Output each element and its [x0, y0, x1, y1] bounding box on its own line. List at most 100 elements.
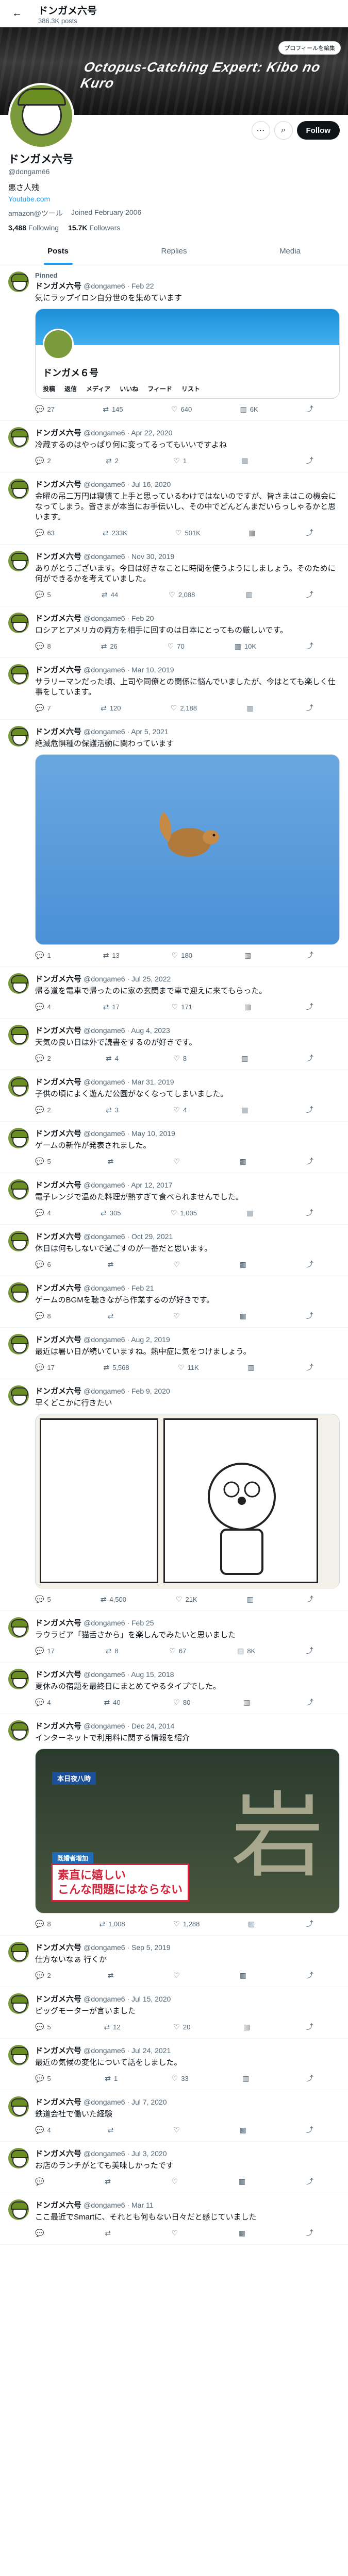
views-button[interactable]: ▥ 10K — [235, 641, 256, 651]
share-button[interactable]: ⤴ — [306, 404, 313, 414]
repost-button[interactable]: ⇄ — [105, 2176, 114, 2187]
reply-button[interactable]: 💬 5 — [35, 2073, 51, 2083]
avatar[interactable] — [8, 1720, 29, 1741]
share-button[interactable]: ⤴ — [306, 1970, 313, 1980]
repost-button[interactable]: ⇄ 3 — [106, 1105, 119, 1115]
share-button[interactable]: ⤴ — [306, 1919, 313, 1929]
search-icon[interactable]: ⌕ — [274, 121, 293, 140]
reply-button[interactable]: 💬 8 — [35, 641, 51, 651]
views-button[interactable]: ▥ — [243, 1697, 253, 1707]
tweet-author-name[interactable]: ドンガメ六号 — [35, 1284, 81, 1293]
reply-button[interactable]: 💬 5 — [35, 589, 51, 600]
views-button[interactable]: ▥ — [246, 1208, 256, 1218]
repost-button[interactable]: ⇄ 120 — [101, 703, 121, 713]
reply-button[interactable]: 💬 17 — [35, 1646, 55, 1656]
avatar[interactable] — [8, 427, 29, 448]
reply-button[interactable]: 💬 8 — [35, 1919, 51, 1929]
tweet-author-name[interactable]: ドンガメ六号 — [35, 429, 81, 437]
repost-button[interactable]: ⇄ 5,568 — [103, 1362, 129, 1372]
tweet-author-name[interactable]: ドンガメ六号 — [35, 2046, 81, 2055]
tab-replies[interactable]: Replies — [116, 238, 232, 265]
tweet-author-name[interactable]: ドンガメ六号 — [35, 1619, 81, 1628]
tweet[interactable]: ドンガメ六号 @dongame6 · May 10, 2019 ゲームの新作が発… — [0, 1122, 348, 1173]
reply-button[interactable]: 💬 7 — [35, 703, 51, 713]
share-button[interactable]: ⤴ — [306, 1208, 313, 1218]
avatar[interactable] — [8, 1128, 29, 1148]
like-button[interactable]: ♡ — [173, 1259, 183, 1269]
like-button[interactable]: ♡ 11K — [178, 1362, 199, 1372]
views-button[interactable]: ▥ — [241, 455, 251, 466]
like-button[interactable]: ♡ 2,088 — [169, 589, 195, 600]
tweet-author-name[interactable]: ドンガメ六号 — [35, 1129, 81, 1138]
views-button[interactable]: ▥ — [246, 703, 256, 713]
like-button[interactable]: ♡ — [172, 2176, 181, 2187]
share-button[interactable]: ⤴ — [306, 589, 313, 600]
reply-button[interactable]: 💬 5 — [35, 1156, 51, 1166]
share-button[interactable]: ⤴ — [306, 2073, 313, 2083]
like-button[interactable]: ♡ — [173, 1156, 183, 1166]
tweet-author-name[interactable]: ドンガメ六号 — [35, 480, 81, 489]
share-button[interactable]: ⤴ — [306, 1646, 313, 1656]
reply-button[interactable]: 💬 — [35, 2176, 47, 2187]
repost-button[interactable]: ⇄ — [105, 2228, 114, 2238]
share-button[interactable]: ⤴ — [306, 950, 313, 960]
like-button[interactable]: ♡ 180 — [172, 950, 192, 960]
reply-button[interactable]: 💬 6 — [35, 1259, 51, 1269]
views-button[interactable]: ▥ — [240, 1311, 250, 1321]
like-button[interactable]: ♡ 2,188 — [171, 703, 197, 713]
tweet[interactable]: ドンガメ六号 @dongame6 · Jul 15, 2020 ピッグモーターが… — [0, 1987, 348, 2039]
views-button[interactable]: ▥ — [244, 1002, 254, 1012]
avatar[interactable] — [8, 479, 29, 499]
share-button[interactable]: ⤴ — [306, 2125, 313, 2135]
repost-button[interactable]: ⇄ 305 — [101, 1208, 121, 1218]
tweet[interactable]: ドンガメ六号 @dongame6 · Nov 30, 2019 ありがとうござい… — [0, 545, 348, 606]
back-arrow-icon[interactable]: ← — [8, 8, 26, 20]
views-button[interactable]: ▥ — [246, 589, 256, 600]
views-button[interactable]: ▥ — [244, 950, 254, 960]
like-button[interactable]: ♡ 8 — [173, 1053, 187, 1063]
tab-posts[interactable]: Posts — [0, 238, 116, 265]
squirrel-image[interactable] — [35, 754, 340, 945]
manga-image[interactable] — [35, 1414, 340, 1589]
avatar[interactable] — [8, 1993, 29, 2014]
tweet-author-name[interactable]: ドンガメ六号 — [35, 552, 81, 561]
repost-button[interactable]: ⇄ 145 — [103, 404, 123, 414]
like-button[interactable]: ♡ — [173, 2125, 183, 2135]
tweet-author-name[interactable]: ドンガメ六号 — [35, 1387, 81, 1396]
like-button[interactable]: ♡ — [173, 1311, 183, 1321]
share-button[interactable]: ⤴ — [306, 703, 313, 713]
repost-button[interactable]: ⇄ 2 — [106, 455, 119, 466]
repost-button[interactable]: ⇄ 8 — [106, 1646, 119, 1656]
reply-button[interactable]: 💬 2 — [35, 1053, 51, 1063]
tweet[interactable]: ドンガメ六号 @dongame6 · Dec 24, 2014 インターネットで… — [0, 1714, 348, 1936]
like-button[interactable]: ♡ 171 — [172, 1002, 192, 1012]
tweet[interactable]: ドンガメ六号 @dongame6 · Sep 5, 2019 仕方ないなぁ 行く… — [0, 1936, 348, 1987]
reply-button[interactable]: 💬 63 — [35, 528, 55, 538]
views-button[interactable]: ▥ — [248, 1919, 258, 1929]
tweet-author-name[interactable]: ドンガメ六号 — [35, 1181, 81, 1190]
like-button[interactable]: ♡ — [172, 2228, 181, 2238]
avatar[interactable] — [8, 2199, 29, 2220]
share-button[interactable]: ⤴ — [306, 528, 313, 538]
repost-button[interactable]: ⇄ 44 — [102, 589, 118, 600]
following-count[interactable]: 3,488 Following — [8, 224, 59, 232]
views-button[interactable]: ▥ — [247, 1594, 257, 1604]
reply-button[interactable]: 💬 2 — [35, 455, 51, 466]
tweet-author-name[interactable]: ドンガメ六号 — [35, 1670, 81, 1679]
avatar[interactable] — [8, 1942, 29, 1962]
tweet[interactable]: ドンガメ六号 @dongame6 · Feb 21 ゲームのBGMを聴きながら作… — [0, 1276, 348, 1328]
tweet-author-name[interactable]: ドンガメ六号 — [35, 1026, 81, 1035]
share-button[interactable]: ⤴ — [306, 1002, 313, 1012]
tweet[interactable]: ドンガメ六号 @dongame6 · Jul 3, 2020 お店のランチがとて… — [0, 2142, 348, 2193]
tweet-author-name[interactable]: ドンガメ六号 — [35, 1943, 81, 1952]
like-button[interactable]: ♡ 640 — [171, 404, 192, 414]
like-button[interactable]: ♡ 1 — [173, 455, 187, 466]
tweet-author-name[interactable]: ドンガメ六号 — [35, 1232, 81, 1241]
tweet[interactable]: ドンガメ六号 @dongame6 · Mar 31, 2019 子供の頃によく遊… — [0, 1070, 348, 1122]
tweet[interactable]: ドンガメ六号 @dongame6 · Feb 25 ラウラビア「猫舌さから」を楽… — [0, 1611, 348, 1663]
repost-button[interactable]: ⇄ — [108, 1259, 117, 1269]
views-button[interactable]: ▥ — [241, 1105, 251, 1115]
tweet-author-name[interactable]: ドンガメ六号 — [35, 666, 81, 674]
like-button[interactable]: ♡ 21K — [176, 1594, 197, 1604]
avatar[interactable] — [8, 1025, 29, 1045]
